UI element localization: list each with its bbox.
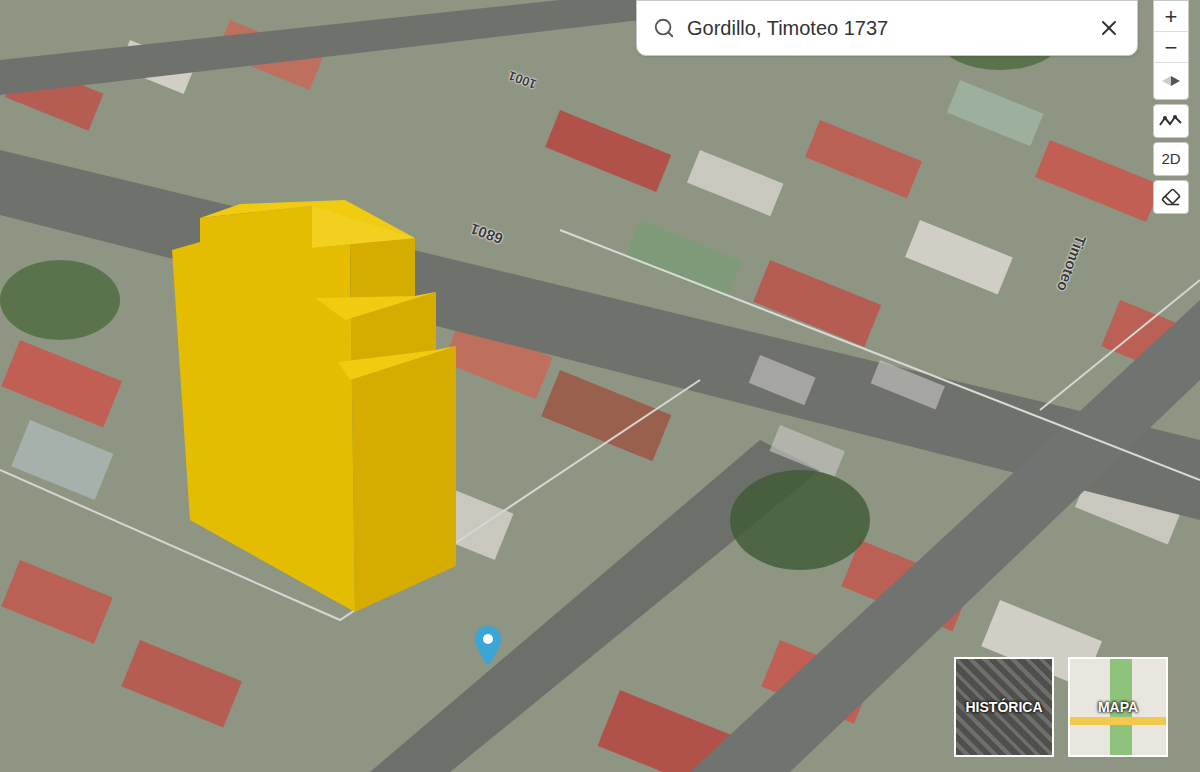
search-icon [653, 17, 675, 39]
measure-icon [1161, 187, 1181, 207]
clear-icon[interactable] [1097, 16, 1121, 40]
measure-button[interactable] [1153, 180, 1189, 214]
compass-button[interactable] [1154, 63, 1188, 99]
search-query[interactable]: Gordillo, Timoteo 1737 [687, 13, 1085, 43]
terrain-profile-icon [1159, 114, 1183, 128]
zoom-in-button[interactable]: + [1154, 1, 1188, 32]
search-box[interactable]: Gordillo, Timoteo 1737 [636, 0, 1138, 56]
view-mode-button[interactable]: 2D [1153, 142, 1189, 176]
terrain-button[interactable] [1153, 104, 1189, 138]
building-3d[interactable] [172, 200, 456, 612]
zoom-out-button[interactable]: − [1154, 32, 1188, 63]
map-app: 68011001TimoteoGordillo, Timoteo 1737+−2… [0, 0, 1200, 772]
map-controls: +− 2D [1153, 0, 1189, 214]
layer-thumbnail[interactable]: MAPA [1068, 657, 1168, 757]
layer-switcher: HISTÓRICAMAPA [954, 657, 1168, 757]
layer-thumbnail[interactable]: HISTÓRICA [954, 657, 1054, 757]
compass-icon [1160, 75, 1182, 87]
location-pin-icon[interactable] [472, 624, 504, 668]
